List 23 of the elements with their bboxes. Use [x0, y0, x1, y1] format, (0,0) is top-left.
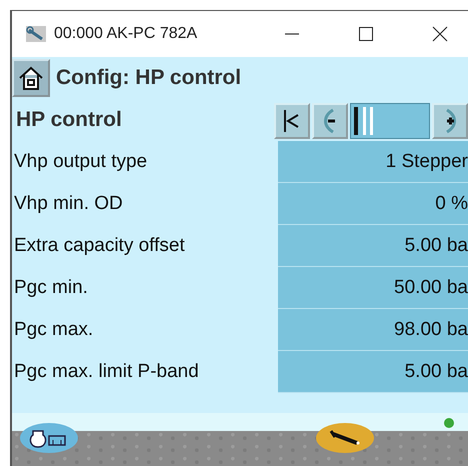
home-icon — [18, 65, 44, 91]
parameter-label: Extra capacity offset — [13, 234, 186, 258]
parameter-label: Vhp min. OD — [13, 192, 124, 216]
device-button[interactable] — [20, 423, 78, 453]
parameter-value[interactable]: 50.00 ba — [278, 267, 468, 309]
bars-icon — [354, 107, 376, 135]
first-page-button[interactable] — [274, 103, 310, 139]
window-title: 00:000 AK-PC 782A — [54, 25, 198, 43]
parameter-value[interactable]: 5.00 ba — [278, 351, 468, 393]
parameter-label: Pgc max. — [13, 318, 94, 342]
service-button[interactable] — [316, 423, 374, 453]
parameter-label: Vhp output type — [13, 150, 148, 174]
parameter-value[interactable]: 0 % — [278, 183, 468, 225]
section-title: HP control — [15, 108, 122, 132]
wrench-icon — [26, 26, 46, 42]
next-page-button[interactable] — [432, 103, 468, 139]
parameter-value[interactable]: 98.00 ba — [278, 309, 468, 351]
parameter-value[interactable]: 5.00 ba — [278, 225, 468, 267]
parameter-label: Pgc max. limit P-band — [13, 360, 200, 384]
parameter-value[interactable]: 1 Stepper — [278, 141, 468, 183]
home-button[interactable] — [12, 59, 50, 97]
page-title: Config: HP control — [56, 66, 242, 90]
parameter-label: Pgc min. — [13, 276, 89, 300]
